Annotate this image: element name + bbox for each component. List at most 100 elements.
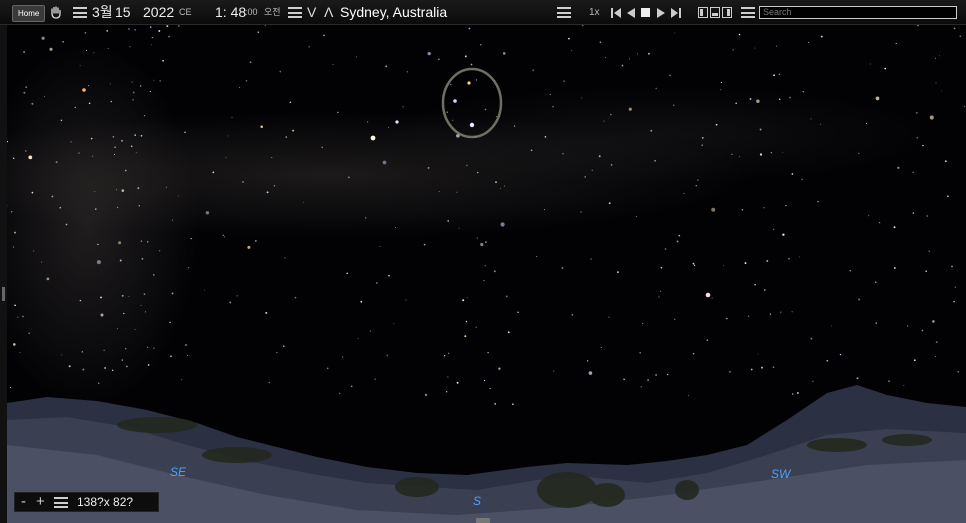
star [95,208,97,210]
star [801,178,803,181]
star [106,30,109,32]
star [41,36,45,40]
play-icon[interactable] [657,0,665,25]
star [222,234,225,237]
star [109,83,111,85]
star [897,166,900,169]
star [782,233,785,236]
star [640,386,642,388]
star [438,190,440,193]
star [598,155,601,158]
star [711,207,716,212]
star [360,300,363,303]
star [395,227,396,229]
star [660,290,662,292]
view-mode-icon[interactable] [698,0,732,25]
settings-menu-icon[interactable] [741,7,755,18]
star [33,250,35,252]
bright-star [395,120,399,124]
chevron-up-icon[interactable]: Λ [324,0,333,25]
star [563,80,565,82]
home-button[interactable]: Home [12,5,46,22]
star [941,90,943,92]
date-year[interactable]: 2022 [143,0,174,25]
star [227,135,229,137]
star [934,355,936,358]
star [658,296,660,298]
star [812,380,814,382]
star [826,359,829,362]
star [484,265,486,267]
star [168,35,170,38]
date-month[interactable]: 3월 [92,0,113,25]
star [468,27,471,30]
star [406,71,409,73]
stop-icon[interactable] [641,0,651,25]
location-label[interactable]: Sydney, Australia [340,0,447,25]
star [802,91,804,93]
search-input[interactable] [759,6,957,19]
time-hour-minute[interactable]: 1: 48 [215,0,246,25]
star [495,181,497,183]
time-seconds[interactable]: :00 [245,0,258,25]
star [114,146,116,148]
star [500,222,505,227]
chevron-down-icon[interactable]: V [307,0,316,25]
star [78,152,80,154]
fov-value: 138?x 82? [77,495,134,509]
star [158,30,161,32]
speed-label[interactable]: 1x [589,0,600,25]
star [754,283,756,286]
star [204,289,206,291]
star [893,226,896,229]
star [450,83,452,85]
date-day[interactable]: 15 [115,0,131,25]
zoom-in-button[interactable]: + [36,493,45,511]
star [55,161,58,164]
star [480,242,484,247]
star [257,31,260,34]
star [28,155,33,160]
star [462,299,465,302]
step-back-icon[interactable] [611,0,622,25]
star [769,313,771,315]
star [470,63,473,66]
star [323,34,325,37]
star [81,351,83,353]
star [374,378,376,380]
play-back-icon[interactable] [627,0,635,25]
star [484,108,487,111]
star [888,380,890,383]
star [532,69,535,72]
star [875,322,877,324]
step-forward-icon[interactable] [671,0,682,25]
star [608,202,611,205]
star [785,204,787,207]
star [928,250,930,252]
bottom-panel-handle[interactable] [476,518,490,523]
star [181,379,183,381]
star [386,354,389,357]
star [190,237,192,240]
star [590,258,592,260]
star [764,289,766,291]
star [660,266,663,269]
hand-icon[interactable] [49,0,63,25]
panel-drag-handle[interactable] [2,287,5,301]
time-menu-icon[interactable] [288,7,302,18]
star [514,125,516,127]
playback-menu-icon[interactable] [557,7,571,18]
star [357,337,359,339]
star [65,223,68,226]
star [731,153,733,155]
date-menu-icon[interactable] [73,7,87,18]
sky-view[interactable]: SE S SW [7,25,966,523]
star [464,335,467,338]
star [132,98,134,101]
fov-menu-icon[interactable] [54,497,68,515]
star [695,185,697,187]
star [929,115,934,120]
star [112,136,115,138]
zoom-out-button[interactable]: - [21,493,26,511]
star [571,50,573,52]
